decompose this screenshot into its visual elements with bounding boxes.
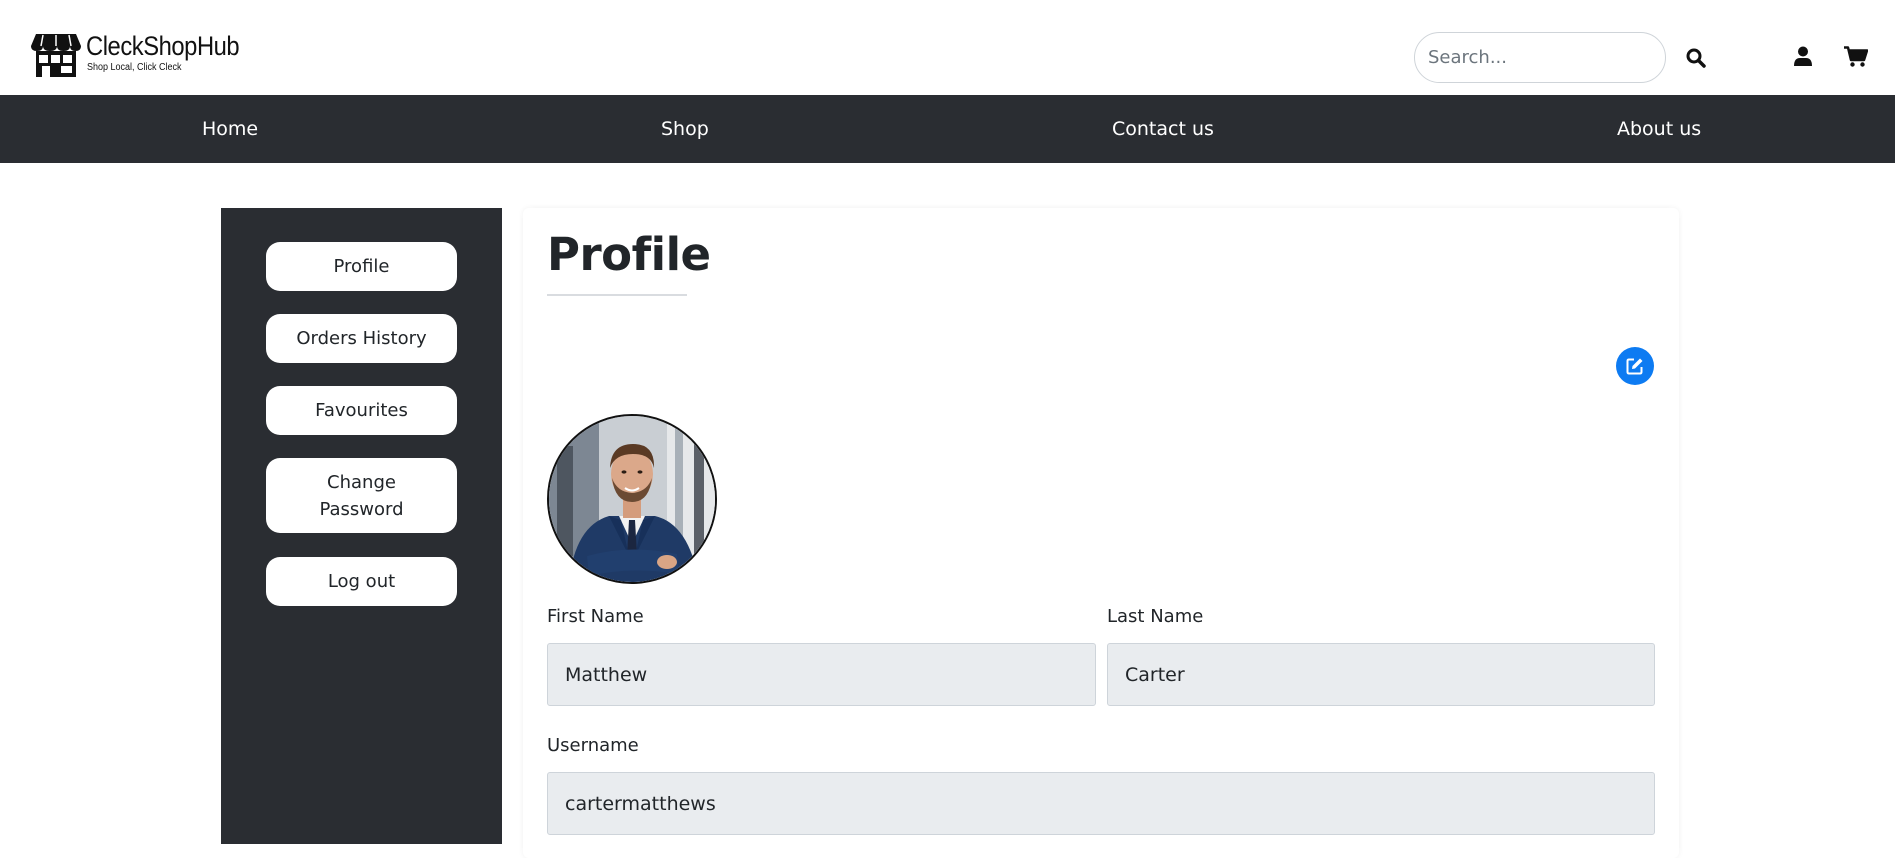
last-name-field[interactable] <box>1107 643 1655 706</box>
account-button[interactable] <box>1792 44 1814 68</box>
cart-button[interactable] <box>1843 44 1869 68</box>
brand-text: CleckShopHub Shop Local, Click Cleck <box>86 32 260 73</box>
search-button[interactable] <box>1684 46 1708 70</box>
cart-icon <box>1844 45 1868 67</box>
profile-avatar <box>547 414 717 584</box>
profile-card: Profile First Name Matthew Last Name Car… <box>523 208 1679 858</box>
title-underline <box>547 294 687 296</box>
brand-logo[interactable]: CleckShopHub Shop Local, Click Cleck <box>30 32 260 78</box>
sidebar-item-change-password[interactable]: Change Password <box>266 458 457 533</box>
avatar-photo <box>549 416 715 582</box>
brand-tagline: Shop Local, Click Cleck <box>87 62 182 73</box>
nav-shop[interactable]: Shop <box>661 95 709 163</box>
sidebar-item-orders-history[interactable]: Orders History <box>266 314 457 363</box>
nav-about-us[interactable]: About us <box>1617 95 1701 163</box>
main-nav: Home Shop Contact us About us <box>0 95 1895 163</box>
username-label: Username <box>547 735 639 756</box>
sidebar-item-favourites[interactable]: Favourites <box>266 386 457 435</box>
first-name-field[interactable] <box>547 643 1096 706</box>
page-title: Profile <box>547 228 711 281</box>
search-input[interactable] <box>1414 32 1666 83</box>
edit-icon <box>1626 358 1643 375</box>
last-name-label: Last Name <box>1107 606 1204 627</box>
nav-contact-us[interactable]: Contact us <box>1112 95 1214 163</box>
storefront-icon <box>31 34 81 77</box>
sidebar-item-profile[interactable]: Profile <box>266 242 457 291</box>
username-field[interactable] <box>547 772 1655 835</box>
account-sidebar: Profile Orders History Favourites Change… <box>221 208 502 844</box>
nav-home[interactable]: Home <box>202 95 258 163</box>
brand-name: CleckShopHub <box>86 31 240 61</box>
top-header: CleckShopHub Shop Local, Click Cleck <box>0 0 1895 95</box>
first-name-label: First Name <box>547 606 644 627</box>
edit-profile-button[interactable] <box>1616 347 1654 385</box>
sidebar-item-log-out[interactable]: Log out <box>266 557 457 606</box>
user-icon <box>1794 46 1812 66</box>
search-icon <box>1686 48 1706 68</box>
